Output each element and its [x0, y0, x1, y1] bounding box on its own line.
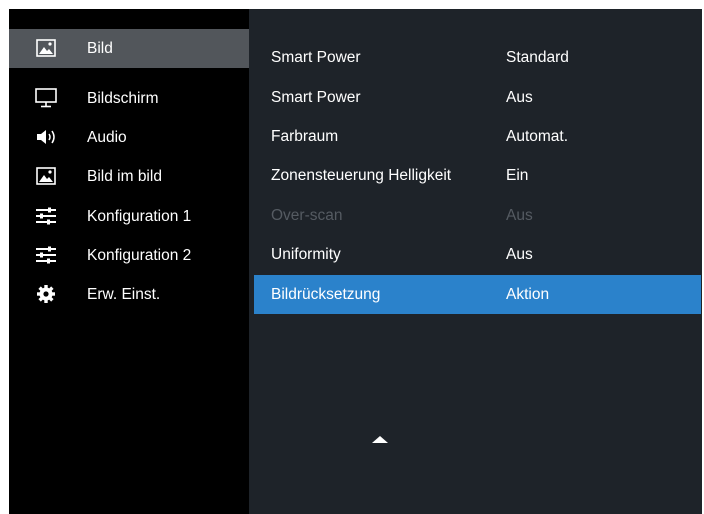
sliders-icon	[35, 245, 57, 265]
setting-value: Ein	[506, 167, 529, 184]
setting-row-uniformity[interactable]: Uniformity Aus	[254, 235, 701, 274]
sidebar-item-konfiguration-1[interactable]: Konfiguration 1	[9, 197, 249, 236]
setting-value: Aktion	[506, 286, 550, 303]
scroll-up-arrow-icon[interactable]	[372, 436, 388, 443]
setting-row-smart-power-2[interactable]: Smart Power Aus	[254, 78, 701, 117]
gear-icon	[35, 284, 57, 304]
sidebar-item-bild-im-bild[interactable]: Bild im bild	[9, 157, 249, 196]
settings-panel: Smart Power Standard Smart Power Aus Far…	[249, 9, 702, 514]
setting-name: Smart Power	[271, 89, 361, 106]
setting-value: Aus	[506, 89, 533, 106]
sidebar-item-audio[interactable]: Audio	[9, 118, 249, 157]
sidebar-item-label: Bild im bild	[87, 168, 162, 185]
sidebar-item-bild[interactable]: Bild	[9, 29, 249, 68]
setting-name: Zonensteuerung Helligkeit	[271, 167, 452, 184]
setting-row-over-scan: Over-scan Aus	[254, 196, 701, 235]
setting-value: Standard	[506, 49, 569, 66]
setting-name: Uniformity	[271, 246, 341, 263]
picture-in-picture-icon	[35, 166, 57, 186]
monitor-icon	[35, 88, 57, 108]
sidebar-item-label: Bildschirm	[87, 90, 159, 107]
setting-value: Aus	[506, 246, 533, 263]
category-sidebar: Bild Bildschirm Audio Bild im bild Konfi…	[9, 9, 249, 514]
setting-value: Automat.	[506, 128, 569, 145]
sidebar-item-label: Audio	[87, 129, 127, 146]
setting-name: Farbraum	[271, 128, 339, 145]
setting-name: Over-scan	[271, 207, 343, 224]
setting-row-zonensteuerung-helligkeit[interactable]: Zonensteuerung Helligkeit Ein	[254, 156, 701, 195]
sidebar-item-bildschirm[interactable]: Bildschirm	[9, 79, 249, 118]
setting-name: Bildrücksetzung	[271, 286, 381, 303]
sidebar-item-erw-einst[interactable]: Erw. Einst.	[9, 275, 249, 314]
setting-row-farbraum[interactable]: Farbraum Automat.	[254, 117, 701, 156]
picture-icon	[35, 38, 57, 58]
sidebar-item-label: Konfiguration 1	[87, 208, 192, 225]
sidebar-item-label: Konfiguration 2	[87, 247, 192, 264]
speaker-icon	[35, 127, 57, 147]
setting-value: Aus	[506, 207, 533, 224]
sidebar-item-label: Erw. Einst.	[87, 286, 161, 303]
sliders-icon	[35, 206, 57, 226]
setting-name: Smart Power	[271, 49, 361, 66]
osd-menu: Bild Bildschirm Audio Bild im bild Konfi…	[9, 9, 702, 514]
setting-row-bildruecksetzung[interactable]: Bildrücksetzung Aktion	[254, 275, 701, 314]
setting-row-smart-power[interactable]: Smart Power Standard	[254, 38, 701, 77]
sidebar-item-konfiguration-2[interactable]: Konfiguration 2	[9, 236, 249, 275]
sidebar-item-label: Bild	[87, 40, 113, 57]
